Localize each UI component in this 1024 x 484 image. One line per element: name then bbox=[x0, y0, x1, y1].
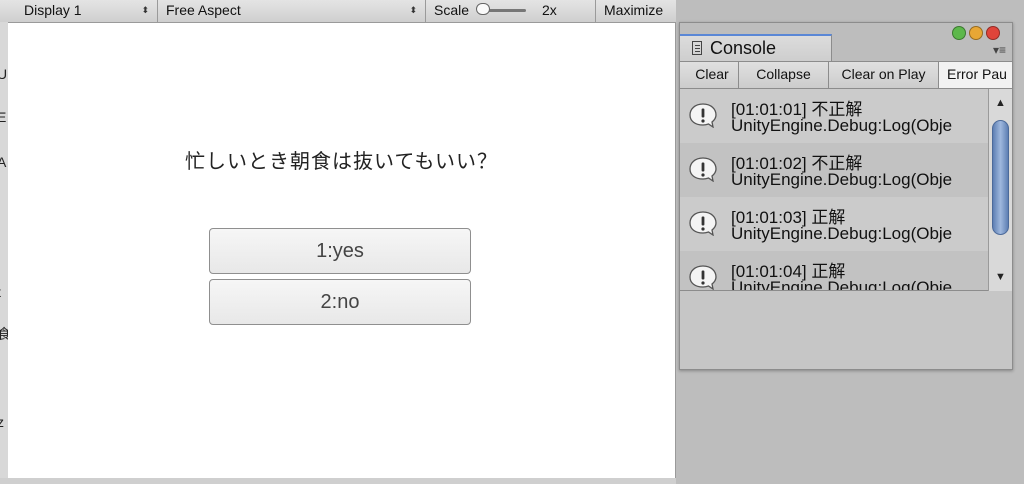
clipped-text: t bbox=[0, 284, 1, 300]
log-scrollbar[interactable]: ▲ ▼ bbox=[988, 89, 1012, 291]
clear-on-play-button[interactable]: Clear on Play bbox=[829, 62, 939, 88]
scroll-down-icon[interactable]: ▼ bbox=[995, 271, 1006, 283]
aspect-dropdown-label: Free Aspect bbox=[166, 2, 241, 18]
close-icon[interactable] bbox=[986, 26, 1000, 40]
dropdown-arrows-icon: ⬍ bbox=[141, 5, 149, 15]
clipped-text: A bbox=[0, 154, 7, 170]
display-dropdown-label: Display 1 bbox=[24, 2, 82, 18]
clear-button[interactable]: Clear bbox=[686, 62, 739, 88]
answer-no-button[interactable]: 2:no bbox=[209, 279, 471, 325]
scale-value: 2x bbox=[542, 2, 557, 18]
clipped-text: E bbox=[0, 109, 7, 125]
info-bubble-icon bbox=[689, 157, 717, 182]
maximize-label: Maximize bbox=[604, 2, 664, 18]
scale-control: Scale 2x bbox=[426, 0, 596, 22]
info-bubble-icon bbox=[689, 211, 717, 236]
game-view-toolbar: Display 1 ⬍ Free Aspect ⬍ Scale 2x Maxim… bbox=[0, 0, 676, 23]
quiz-question: 忙しいとき朝食は抜いてもいい？ bbox=[185, 149, 498, 173]
log-stacktrace: UnityEngine.Debug:Log(Obje bbox=[731, 170, 953, 189]
info-bubble-icon bbox=[689, 265, 717, 290]
scroll-thumb[interactable] bbox=[992, 120, 1009, 235]
console-log-list: [01:01:01] 不正解 UnityEngine.Debug:Log(Obj… bbox=[680, 89, 988, 291]
log-stacktrace: UnityEngine.Debug:Log(Obje bbox=[731, 224, 953, 243]
bottom-border bbox=[0, 478, 676, 484]
tab-console[interactable]: Console bbox=[680, 34, 832, 61]
log-stacktrace: UnityEngine.Debug:Log(Obje bbox=[731, 278, 953, 291]
collapse-button[interactable]: Collapse bbox=[739, 62, 829, 88]
error-pause-button[interactable]: Error Pau bbox=[939, 62, 1012, 88]
scale-label: Scale bbox=[434, 2, 470, 18]
log-entry[interactable]: [01:01:03] 正解 UnityEngine.Debug:Log(Obje bbox=[680, 197, 988, 251]
log-stacktrace: UnityEngine.Debug:Log(Obje bbox=[731, 116, 953, 135]
log-entry[interactable]: [01:01:04] 正解 UnityEngine.Debug:Log(Obje bbox=[680, 251, 988, 291]
log-entry[interactable]: [01:01:01] 不正解 UnityEngine.Debug:Log(Obj… bbox=[680, 89, 988, 143]
console-window: Console ▾≡ Clear Collapse Clear on Play … bbox=[679, 22, 1013, 370]
log-entry[interactable]: [01:01:02] 不正解 UnityEngine.Debug:Log(Obj… bbox=[680, 143, 988, 197]
scroll-up-icon[interactable]: ▲ bbox=[995, 97, 1006, 109]
clipped-text: z bbox=[0, 414, 4, 430]
left-clipped-panel: U E A ! t 食 z bbox=[0, 22, 11, 484]
maximize-toggle[interactable]: Maximize bbox=[596, 0, 676, 22]
console-titlebar: Console ▾≡ bbox=[680, 23, 1012, 61]
dropdown-arrows-icon: ⬍ bbox=[409, 5, 417, 15]
console-toolbar: Clear Collapse Clear on Play Error Pau bbox=[680, 61, 1012, 89]
console-icon bbox=[692, 41, 702, 55]
game-view: 忙しいとき朝食は抜いてもいい？ 1:yes 2:no bbox=[8, 23, 676, 478]
display-dropdown[interactable]: Display 1 ⬍ bbox=[16, 0, 158, 22]
aspect-dropdown[interactable]: Free Aspect ⬍ bbox=[158, 0, 426, 22]
clipped-text: U bbox=[0, 66, 8, 82]
info-bubble-icon bbox=[689, 103, 717, 128]
answer-yes-button[interactable]: 1:yes bbox=[209, 228, 471, 274]
window-menu-icon[interactable]: ▾≡ bbox=[993, 43, 1006, 57]
minimize-icon[interactable] bbox=[969, 26, 983, 40]
scale-slider-knob[interactable] bbox=[476, 3, 490, 15]
console-title: Console bbox=[710, 38, 777, 58]
clipped-text: ! bbox=[0, 194, 1, 210]
zoom-icon[interactable] bbox=[952, 26, 966, 40]
log-detail-area bbox=[680, 291, 1012, 369]
